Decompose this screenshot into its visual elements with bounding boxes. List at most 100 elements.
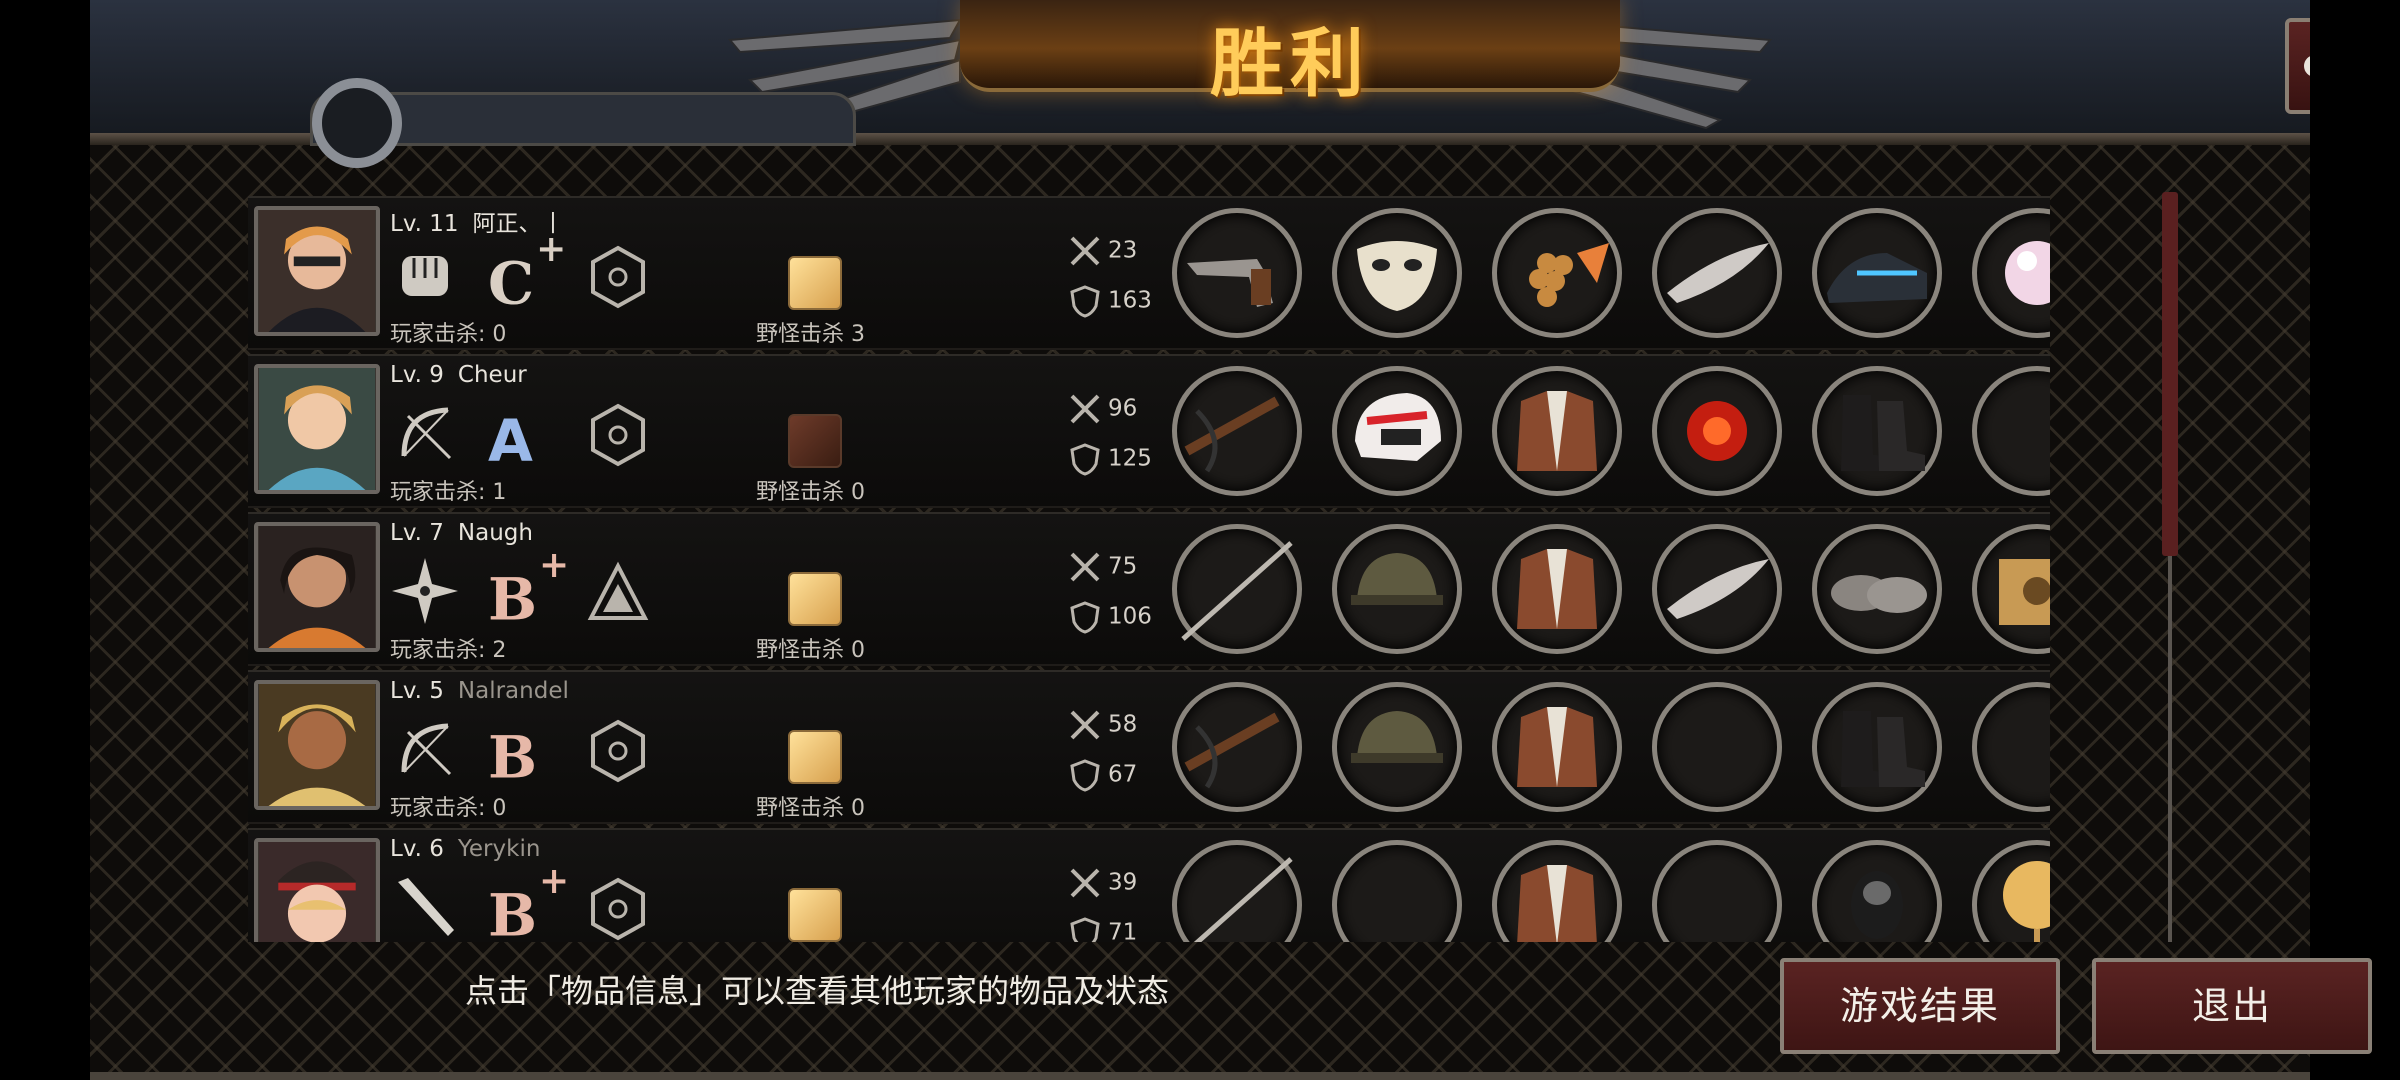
monster-kills: 野怪击杀 0 (756, 480, 865, 505)
hint-text: 点击「物品信息」可以查看其他玩家的物品及状态 (465, 972, 1170, 1010)
grade-badge: A (488, 406, 533, 475)
empty-slot[interactable] (1972, 682, 2050, 812)
defense-stat: 163 (1068, 284, 1152, 318)
crossed-swords-icon (1070, 552, 1100, 582)
crossed-swords-icon (1070, 868, 1100, 898)
shield-icon (1070, 917, 1100, 942)
player-portrait (254, 206, 380, 336)
player-portrait (254, 364, 380, 494)
shield-icon (1070, 443, 1100, 476)
player-name: Naugh (457, 520, 533, 546)
pearl-icon[interactable] (1972, 208, 2050, 338)
knee-pad-icon[interactable] (1812, 840, 1942, 942)
blade-icon[interactable] (1652, 524, 1782, 654)
grade-badge: C+ (488, 228, 567, 318)
racing-helmet-icon[interactable] (1332, 366, 1462, 496)
title-plate: 胜利 (960, 0, 1620, 107)
crossed-swords-icon (1070, 394, 1100, 424)
triangle-tier-icon (587, 561, 649, 620)
jacket-icon[interactable] (1492, 524, 1622, 654)
fist-icon (402, 256, 448, 296)
item-box-icon (788, 730, 842, 784)
item-box-icon (788, 888, 842, 942)
monster-kills: 野怪击杀 3 (756, 322, 865, 347)
defense-stat: 125 (1068, 442, 1152, 476)
ruby-ornament-icon[interactable] (1652, 366, 1782, 496)
victory-title: 胜利 (1210, 21, 1370, 107)
mask-icon[interactable] (1332, 208, 1462, 338)
hexagon-tier-icon (591, 245, 645, 309)
game-result-button[interactable]: 游戏结果 (1780, 958, 2060, 1054)
crossbow-icon[interactable] (1172, 366, 1302, 496)
exit-button[interactable]: 退出 (2092, 958, 2372, 1054)
bow-icon (401, 723, 452, 776)
player-name: Cheur (457, 362, 527, 388)
shuriken-icon (392, 558, 458, 624)
shield-icon (1070, 759, 1100, 792)
hexagon-tier-icon (591, 719, 645, 783)
player-row[interactable]: Lv. 9 Cheur A 玩家击杀: 1 野怪击杀 0 96 125 (248, 354, 2050, 508)
defense-stat: 71 (1068, 916, 1137, 942)
player-level-name: Lv. 7 Naugh (390, 520, 533, 546)
player-level-name: Lv. 9 Cheur (390, 362, 527, 388)
share-button[interactable] (2285, 18, 2310, 114)
fan-icon[interactable] (1972, 840, 2050, 942)
attack-stat: 58 (1068, 708, 1137, 742)
hexagon-tier-icon (591, 877, 645, 941)
grade-badge: B+ (488, 860, 570, 942)
item-box-icon (788, 572, 842, 626)
revolver-icon[interactable] (1172, 208, 1302, 338)
jacket-icon[interactable] (1492, 682, 1622, 812)
player-name: Yerykin (457, 836, 541, 862)
player-level-name: Lv. 5 Nalrandel (390, 678, 569, 704)
hexagon-tier-icon (591, 403, 645, 467)
army-helmet-icon[interactable] (1332, 682, 1462, 812)
scrollbar-thumb[interactable] (2162, 192, 2178, 556)
cat-crate-icon[interactable] (1972, 524, 2050, 654)
blade-icon[interactable] (1652, 208, 1782, 338)
army-helmet-icon[interactable] (1332, 524, 1462, 654)
crossbow-icon[interactable] (1172, 682, 1302, 812)
player-kills: 玩家击杀: 1 (390, 480, 507, 505)
empty-slot[interactable] (1332, 840, 1462, 942)
slippers-icon[interactable] (1812, 524, 1942, 654)
tab-avatar-ring (312, 78, 402, 168)
player-kills: 玩家击杀: 0 (390, 322, 507, 347)
monster-kills: 野怪击杀 0 (756, 796, 865, 821)
player-portrait (254, 838, 380, 942)
boots-icon[interactable] (1812, 366, 1942, 496)
player-name: Nalrandel (457, 678, 569, 704)
empty-slot[interactable] (1652, 682, 1782, 812)
player-row[interactable]: Lv. 6 Yerykin B+ 39 71 (248, 828, 2050, 942)
player-level-name: Lv. 6 Yerykin (390, 836, 541, 862)
crossed-swords-icon (1070, 236, 1100, 266)
attack-stat: 96 (1068, 392, 1137, 426)
spear-icon[interactable] (1172, 840, 1302, 942)
empty-slot[interactable] (1972, 366, 2050, 496)
monster-kills: 野怪击杀 0 (756, 638, 865, 663)
crossed-swords-icon (1070, 710, 1100, 740)
attack-stat: 39 (1068, 866, 1137, 900)
share-icon (2304, 56, 2310, 76)
grape-cluster-icon[interactable] (1492, 208, 1622, 338)
player-kills: 玩家击杀: 2 (390, 638, 507, 663)
grade-badge: B (488, 723, 538, 792)
player-list[interactable]: Lv. 11 阿正、丨 C+ 玩家击杀: 0 野怪击杀 3 23 163 Lv. … (248, 190, 2050, 942)
jacket-icon[interactable] (1492, 366, 1622, 496)
jacket-icon[interactable] (1492, 840, 1622, 942)
empty-slot[interactable] (1652, 840, 1782, 942)
player-row[interactable]: Lv. 5 Nalrandel B 玩家击杀: 0 野怪击杀 0 58 67 (248, 670, 2050, 824)
player-portrait (254, 522, 380, 652)
player-portrait (254, 680, 380, 810)
shield-icon (1070, 601, 1100, 634)
crossed-box-icon (788, 414, 842, 468)
spear-icon[interactable] (1172, 524, 1302, 654)
shield-icon (1070, 285, 1100, 318)
player-row[interactable]: Lv. 7 Naugh B+ 玩家击杀: 2 野怪击杀 0 75 106 (248, 512, 2050, 666)
boots-icon[interactable] (1812, 682, 1942, 812)
item-box-icon (788, 256, 842, 310)
defense-stat: 106 (1068, 600, 1152, 634)
sneaker-icon[interactable] (1812, 208, 1942, 338)
player-row[interactable]: Lv. 11 阿正、丨 C+ 玩家击杀: 0 野怪击杀 3 23 163 (248, 196, 2050, 350)
bat-icon (398, 878, 454, 936)
